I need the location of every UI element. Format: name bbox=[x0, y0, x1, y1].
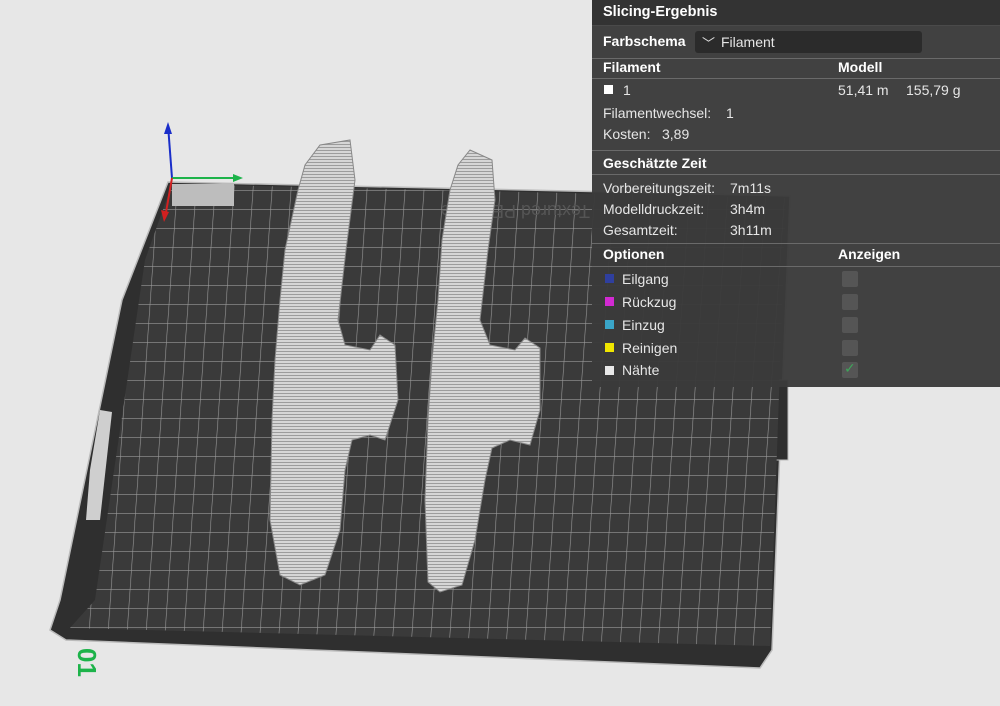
filament-length: 51,41 m bbox=[838, 82, 889, 98]
model-time-label: Modelldruckzeit: bbox=[603, 201, 705, 217]
estimated-time-header: Geschätzte Zeit bbox=[603, 155, 707, 171]
total-time-value: 3h11m bbox=[730, 222, 772, 238]
chevron-down-icon: ﹀ bbox=[702, 36, 716, 51]
total-time-label: Gesamtzeit: bbox=[603, 222, 678, 238]
model-header: Modell bbox=[838, 59, 883, 75]
slicing-result-panel: Slicing-Ergebnis Farbschema ﹀ Filament F… bbox=[592, 0, 1000, 387]
panel-title: Slicing-Ergebnis bbox=[603, 4, 718, 20]
filament-header: Filament bbox=[603, 59, 661, 75]
color-scheme-value: Filament bbox=[721, 34, 775, 50]
show-header: Anzeigen bbox=[838, 246, 901, 262]
bed-corner-box bbox=[172, 184, 234, 206]
checkbox-rueckzug[interactable] bbox=[842, 294, 858, 310]
swatch-einzug bbox=[605, 320, 614, 329]
bed-id-label: 01 bbox=[72, 648, 102, 677]
color-scheme-label: Farbschema bbox=[603, 33, 686, 49]
option-label-eilgang: Eilgang bbox=[622, 271, 669, 287]
options-header: Optionen bbox=[603, 246, 665, 262]
filament-weight: 155,79 g bbox=[906, 82, 961, 98]
checkbox-naehte[interactable]: ✓ bbox=[842, 360, 858, 378]
cost-value: 3,89 bbox=[662, 126, 690, 142]
option-label-reinigen: Reinigen bbox=[622, 340, 678, 356]
option-label-rueckzug: Rückzug bbox=[622, 294, 677, 310]
filament-id: 1 bbox=[623, 82, 631, 98]
checkbox-reinigen[interactable] bbox=[842, 340, 858, 356]
color-scheme-dropdown[interactable]: ﹀ Filament bbox=[695, 31, 922, 53]
model-time-value: 3h4m bbox=[730, 201, 766, 217]
prep-time-value: 7m11s bbox=[730, 180, 771, 196]
swatch-reinigen bbox=[605, 343, 614, 352]
filament-swatch bbox=[604, 85, 613, 94]
option-label-naehte: Nähte bbox=[622, 362, 660, 378]
divider bbox=[592, 266, 1000, 267]
checkbox-eilgang[interactable] bbox=[842, 271, 858, 287]
prep-time-label: Vorbereitungszeit: bbox=[603, 180, 716, 196]
checkmark-icon: ✓ bbox=[844, 360, 856, 376]
filament-changes-label: Filamentwechsel: bbox=[603, 105, 712, 121]
swatch-naehte bbox=[605, 366, 614, 375]
divider bbox=[592, 243, 1000, 244]
checkbox-einzug[interactable] bbox=[842, 317, 858, 333]
swatch-eilgang bbox=[605, 274, 614, 283]
divider bbox=[592, 150, 1000, 151]
swatch-rueckzug bbox=[605, 297, 614, 306]
filament-changes-value: 1 bbox=[726, 105, 734, 121]
divider bbox=[592, 78, 1000, 79]
divider bbox=[592, 174, 1000, 175]
option-label-einzug: Einzug bbox=[622, 317, 665, 333]
cost-label: Kosten: bbox=[603, 126, 651, 142]
panel-header: Slicing-Ergebnis bbox=[592, 0, 1000, 26]
